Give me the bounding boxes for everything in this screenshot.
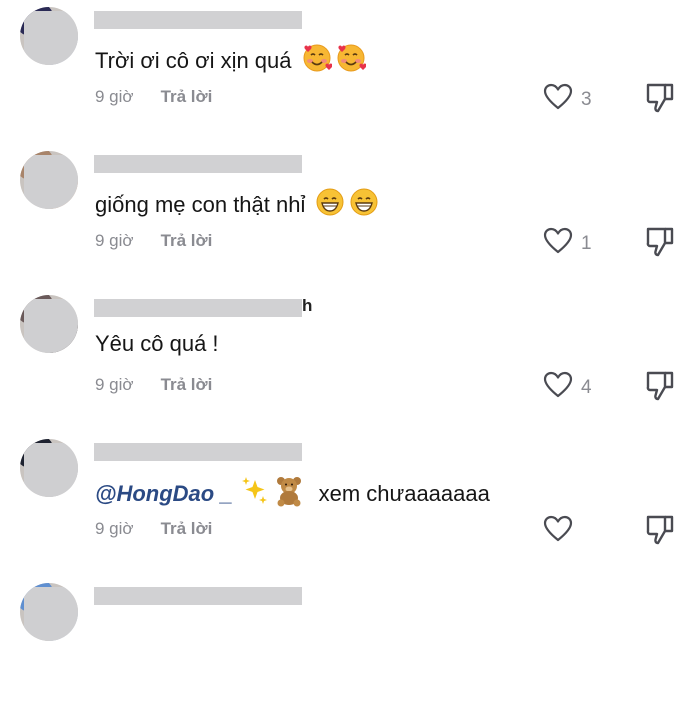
- comment-item: h Yêu cô quá ! 9 giờ Trả lời 4: [0, 293, 700, 437]
- comment-item: @HongDao _ xem chưaaaaaaa 9 giờ Trả lời: [0, 437, 700, 581]
- heart-icon: [543, 83, 573, 116]
- thumbs-down-icon: [645, 83, 675, 118]
- username-suffix: h: [302, 296, 313, 315]
- avatar-redaction: [24, 587, 78, 641]
- comment-body: giống mẹ con thật nhỉ: [95, 192, 306, 217]
- comment-text: giống mẹ con thật nhỉ: [95, 187, 379, 223]
- sparkles-icon: [241, 476, 269, 512]
- heart-icon: [543, 515, 573, 548]
- avatar-redaction: [24, 443, 78, 497]
- avatar[interactable]: [20, 7, 78, 65]
- mention-link[interactable]: @HongDao _: [95, 481, 233, 507]
- dislike-button[interactable]: [645, 370, 675, 407]
- heart-icon: [543, 371, 573, 404]
- username-redaction[interactable]: [94, 11, 302, 29]
- avatar-redaction: [24, 299, 78, 353]
- like-button[interactable]: 4: [543, 371, 592, 404]
- reply-button[interactable]: Trả lời: [161, 519, 213, 539]
- comment-text: @HongDao _ xem chưaaaaaaa: [95, 475, 490, 513]
- comment-item: Trời ơi cô ơi xịn quá 9 giờ Trả lời 3: [0, 5, 700, 149]
- dislike-button[interactable]: [645, 514, 675, 551]
- heart-icon: [543, 227, 573, 260]
- avatar[interactable]: [20, 583, 78, 641]
- grinning-face-icon: [349, 187, 379, 223]
- reply-button[interactable]: Trả lời: [161, 231, 213, 251]
- comment-time: 9 giờ: [95, 231, 134, 250]
- comment-meta: 9 giờ Trả lời: [95, 231, 212, 251]
- username-redaction[interactable]: [94, 299, 302, 317]
- username-redaction[interactable]: [94, 587, 302, 605]
- username-redaction[interactable]: [94, 155, 302, 173]
- like-count: 1: [581, 232, 592, 254]
- avatar[interactable]: [20, 439, 78, 497]
- thumbs-down-icon: [645, 371, 675, 406]
- avatar[interactable]: [20, 151, 78, 209]
- like-count: 3: [581, 88, 592, 110]
- thumbs-down-icon: [645, 515, 675, 550]
- thumbs-down-icon: [645, 227, 675, 262]
- username-redaction[interactable]: [94, 443, 302, 461]
- comment-meta: 9 giờ Trả lời: [95, 375, 212, 395]
- smiling-face-with-hearts-icon: [336, 43, 367, 79]
- dislike-button[interactable]: [645, 82, 675, 119]
- reply-button[interactable]: Trả lời: [161, 87, 213, 107]
- teddy-bear-icon: [273, 475, 305, 513]
- like-count: 4: [581, 376, 592, 398]
- smiling-face-with-hearts-icon: [302, 43, 333, 79]
- like-button[interactable]: 3: [543, 83, 592, 116]
- comment-meta: 9 giờ Trả lời: [95, 87, 212, 107]
- comment-body: Trời ơi cô ơi xịn quá: [95, 48, 292, 73]
- dislike-button[interactable]: [645, 226, 675, 263]
- comment-meta: 9 giờ Trả lời: [95, 519, 212, 539]
- comment-item: [0, 581, 700, 725]
- grinning-face-icon: [315, 187, 345, 223]
- avatar-redaction: [24, 11, 78, 65]
- like-button[interactable]: [543, 515, 581, 548]
- comment-time: 9 giờ: [95, 87, 134, 106]
- avatar[interactable]: [20, 295, 78, 353]
- comment-body: xem chưaaaaaaa: [318, 481, 490, 506]
- comment-time: 9 giờ: [95, 519, 134, 538]
- comment-time: 9 giờ: [95, 375, 134, 394]
- comment-text: Yêu cô quá !: [95, 331, 225, 357]
- like-button[interactable]: 1: [543, 227, 592, 260]
- avatar-redaction: [24, 155, 78, 209]
- comment-text: Trời ơi cô ơi xịn quá: [95, 43, 367, 79]
- reply-button[interactable]: Trả lời: [161, 375, 213, 395]
- comment-body: Yêu cô quá !: [95, 331, 219, 356]
- comment-item: giống mẹ con thật nhỉ 9 giờ Trả lời 1: [0, 149, 700, 293]
